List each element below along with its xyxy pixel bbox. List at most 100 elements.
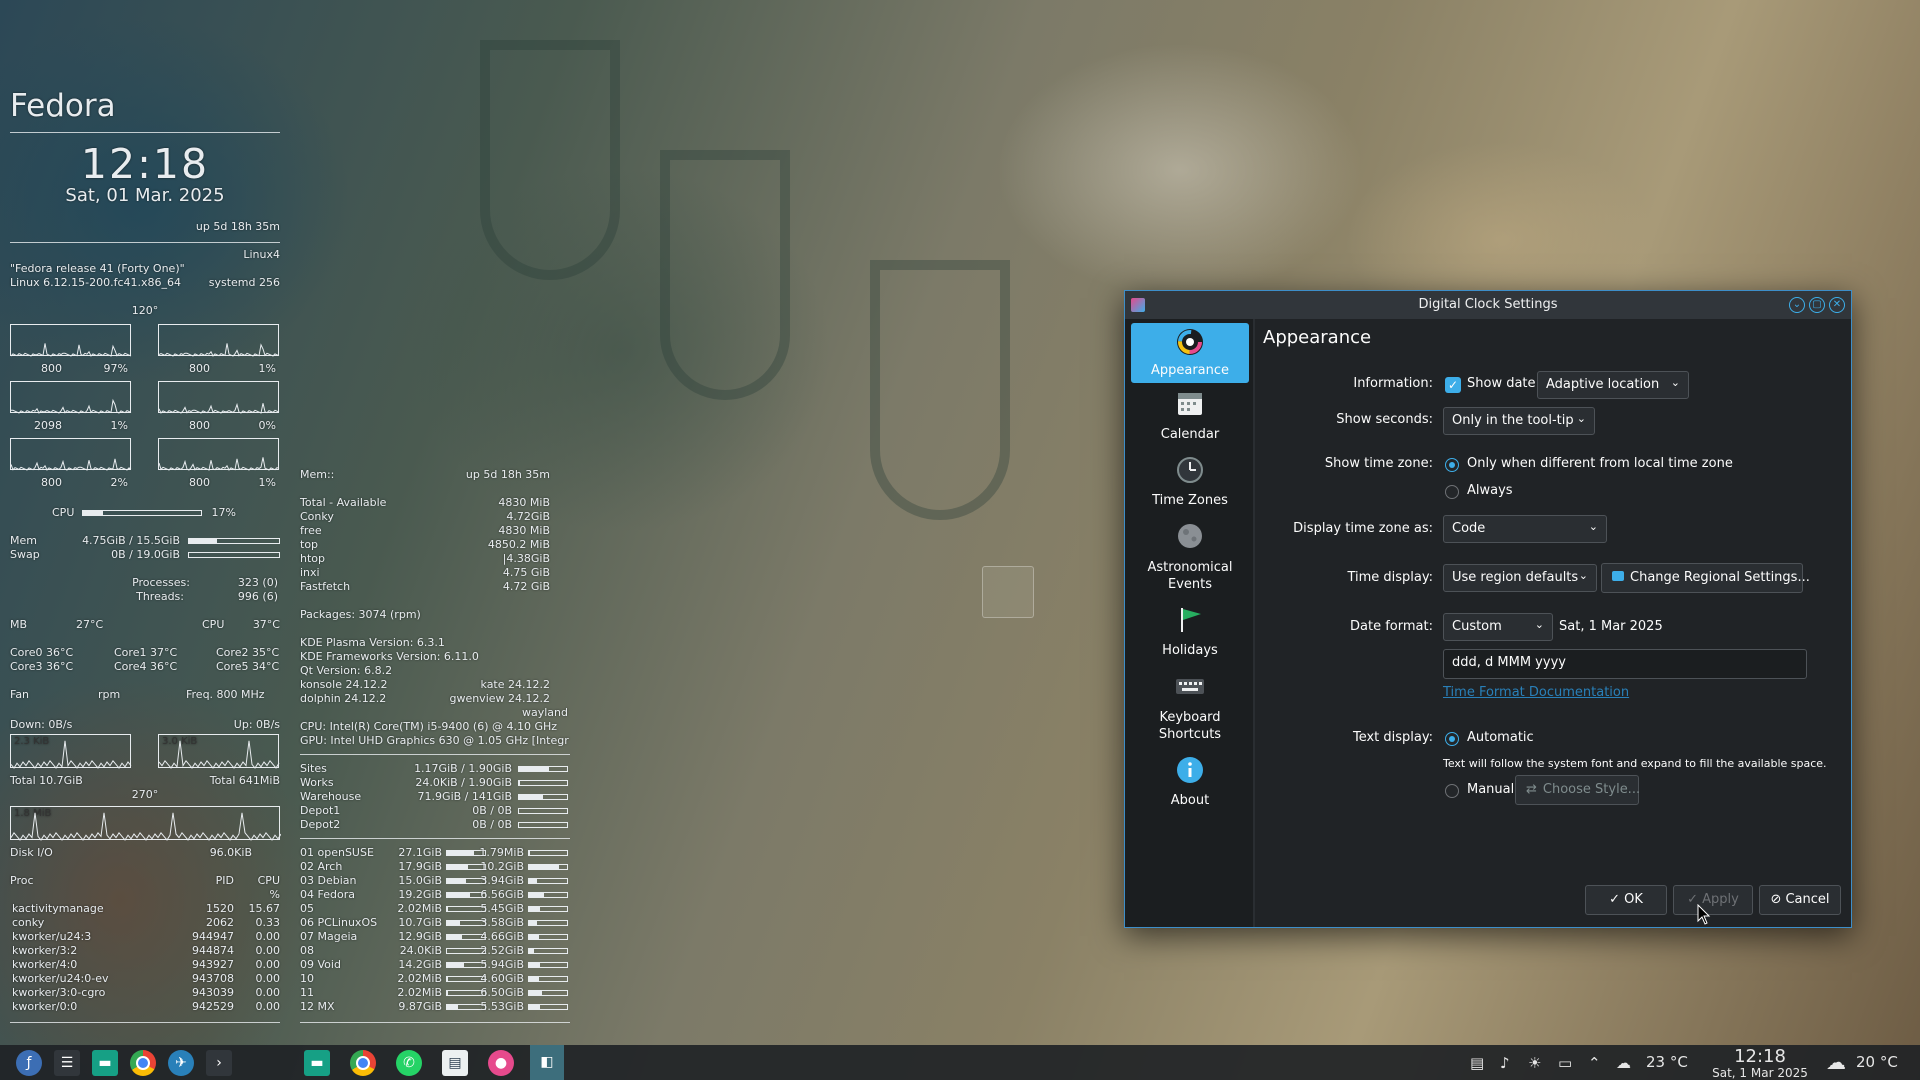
- show-seconds-combo[interactable]: Only in the tool-tip ⌄: [1443, 407, 1595, 435]
- tz-different-radio[interactable]: [1445, 458, 1459, 472]
- volume-icon[interactable]: ♪: [1500, 1054, 1510, 1072]
- partition-used: 10.7GiB: [398, 916, 442, 929]
- clock-app-icon[interactable]: ◧: [530, 1045, 564, 1080]
- upload-graph: 3.0 KiB: [158, 734, 280, 769]
- systemd: systemd 256: [208, 276, 280, 289]
- display-icon[interactable]: ▭: [1558, 1054, 1572, 1072]
- settings-icon[interactable]: ☰: [54, 1050, 80, 1076]
- chrome-icon[interactable]: [130, 1050, 156, 1076]
- button-label: Cancel: [1785, 892, 1830, 907]
- sidebar-item-calendar[interactable]: Calendar: [1131, 389, 1249, 449]
- disk-name: Works: [300, 776, 334, 789]
- digital-clock-settings-window: Digital Clock Settings ⌄ ▢ ✕ Appearance …: [1124, 290, 1852, 928]
- apply-button[interactable]: ✓ Apply: [1673, 885, 1753, 915]
- choose-style-button[interactable]: ⇄ Choose Style...: [1515, 775, 1640, 805]
- processes-label: Processes:: [132, 576, 190, 589]
- conky-left: Fedora 12:18 Sat, 01 Mar. 2025 up 5d 18h…: [0, 0, 290, 1040]
- cpu-graph-plot: [159, 457, 280, 471]
- sidebar-item-appearance[interactable]: Appearance: [1131, 323, 1249, 383]
- partition-used: 24.0KiB: [399, 944, 442, 957]
- cpu-pct: 0%: [258, 419, 276, 432]
- clock-date[interactable]: Sat, 1 Mar 2025: [1700, 1066, 1820, 1080]
- process-name: conky: [12, 916, 45, 929]
- close-icon[interactable]: ✕: [1829, 297, 1845, 313]
- temperature-1[interactable]: 23 °C: [1646, 1053, 1688, 1071]
- settings-content: Appearance Information: ✓ Show date Adap…: [1255, 319, 1851, 927]
- cancel-icon: ⊘: [1770, 892, 1786, 907]
- reader-icon[interactable]: ▤: [442, 1050, 468, 1076]
- ok-button[interactable]: ✓ OK: [1585, 885, 1667, 915]
- sidebar-item-holidays[interactable]: Holidays: [1131, 605, 1249, 665]
- partition-used: 2.02MiB: [397, 972, 442, 985]
- partition-name: 09 Void: [300, 958, 341, 971]
- window-titlebar[interactable]: Digital Clock Settings ⌄ ▢ ✕: [1125, 291, 1851, 319]
- chevron-up-icon[interactable]: ⌃: [1588, 1054, 1601, 1072]
- weather-cloud-icon[interactable]: ☁: [1826, 1050, 1846, 1074]
- mem-bar: [188, 538, 280, 544]
- mem-row-name: top: [300, 538, 319, 551]
- weather-icon[interactable]: ☁: [1616, 1054, 1631, 1072]
- clock-time[interactable]: 12:18: [1700, 1046, 1820, 1067]
- partition-name: 08: [300, 944, 314, 957]
- combo-value: Only in the tool-tip: [1452, 413, 1574, 428]
- process-pid: 942529: [192, 1000, 234, 1013]
- partition-used: 17.9GiB: [398, 860, 442, 873]
- minimize-icon[interactable]: ⌄: [1789, 297, 1805, 313]
- information-label: Information:: [1353, 376, 1433, 391]
- custom-format-input[interactable]: ddd, d MMM yyyy: [1443, 649, 1807, 679]
- processes-val: 323 (0): [237, 576, 278, 589]
- partition-name: 04 Fedora: [300, 888, 355, 901]
- manual-radio[interactable]: [1445, 784, 1459, 798]
- partition-bar: [528, 878, 568, 884]
- chrome-icon[interactable]: [350, 1050, 376, 1076]
- disk-usage: 24.0KiB / 1.90GiB: [415, 776, 512, 789]
- partition-used: 19.2GiB: [398, 888, 442, 901]
- date-format-combo[interactable]: Custom ⌄: [1443, 613, 1553, 641]
- display-time-zone-label: Display time zone as:: [1293, 521, 1433, 536]
- brightness-icon[interactable]: ☀: [1528, 1054, 1541, 1072]
- sidebar-item-time-zones[interactable]: Time Zones: [1131, 455, 1249, 515]
- weather-temp[interactable]: 20 °C: [1856, 1053, 1898, 1071]
- partition-used: 5.53GiB: [480, 1000, 524, 1013]
- disk-name: Warehouse: [300, 790, 362, 803]
- partition-bar: [528, 948, 568, 954]
- cancel-button[interactable]: ⊘ Cancel: [1759, 885, 1841, 915]
- show-date-checkbox[interactable]: ✓: [1445, 377, 1461, 393]
- sidebar-item-astronomical-events[interactable]: Astronomical Events: [1131, 521, 1249, 597]
- app-icon[interactable]: ●: [488, 1050, 514, 1076]
- cpu-graph: [10, 438, 132, 471]
- partition-used: 27.1GiB: [398, 846, 442, 859]
- whatsapp-icon[interactable]: ✆: [396, 1050, 422, 1076]
- files-icon[interactable]: ▬: [304, 1050, 330, 1076]
- clipboard-icon[interactable]: ▤: [1470, 1054, 1484, 1072]
- browser-icon[interactable]: ✈: [168, 1050, 194, 1076]
- cpu-graph: [158, 324, 280, 357]
- process-pid: 944874: [192, 944, 234, 957]
- partition-name: 07 Mageia: [300, 930, 358, 943]
- sidebar-item-about[interactable]: About: [1131, 755, 1249, 815]
- automatic-radio[interactable]: [1445, 732, 1459, 746]
- fedora-icon[interactable]: ƒ: [16, 1050, 42, 1076]
- calendar-icon: [1178, 393, 1202, 415]
- core-temp: Core5 34°C: [216, 660, 280, 673]
- display-tz-combo[interactable]: Code ⌄: [1443, 515, 1607, 543]
- time-display-combo[interactable]: Use region defaults ⌄: [1443, 564, 1597, 592]
- core-temp: Core0 36°C: [10, 646, 74, 659]
- time-format-doc-link[interactable]: Time Format Documentation: [1443, 685, 1629, 700]
- proc-header-pid: PID: [215, 874, 234, 887]
- tz-always-radio[interactable]: [1445, 485, 1459, 499]
- process-pid: 943708: [192, 972, 234, 985]
- change-regional-settings-button[interactable]: Change Regional Settings...: [1601, 563, 1810, 593]
- process-cpu: 15.67: [248, 902, 281, 915]
- terminal-icon[interactable]: ›: [206, 1050, 232, 1076]
- files-icon[interactable]: ▬: [92, 1050, 118, 1076]
- date-location-combo[interactable]: Adaptive location ⌄: [1537, 371, 1689, 399]
- cpu-freq: 800: [41, 362, 62, 375]
- combo-value: Custom: [1452, 619, 1502, 634]
- partition-used: 2.02MiB: [397, 902, 442, 915]
- sidebar-item-keyboard-shortcuts[interactable]: Keyboard Shortcuts: [1131, 671, 1249, 747]
- version-info: Qt Version: 6.8.2: [300, 664, 393, 677]
- maximize-icon[interactable]: ▢: [1809, 297, 1825, 313]
- partition-bar: [528, 990, 568, 996]
- divider: [10, 132, 280, 133]
